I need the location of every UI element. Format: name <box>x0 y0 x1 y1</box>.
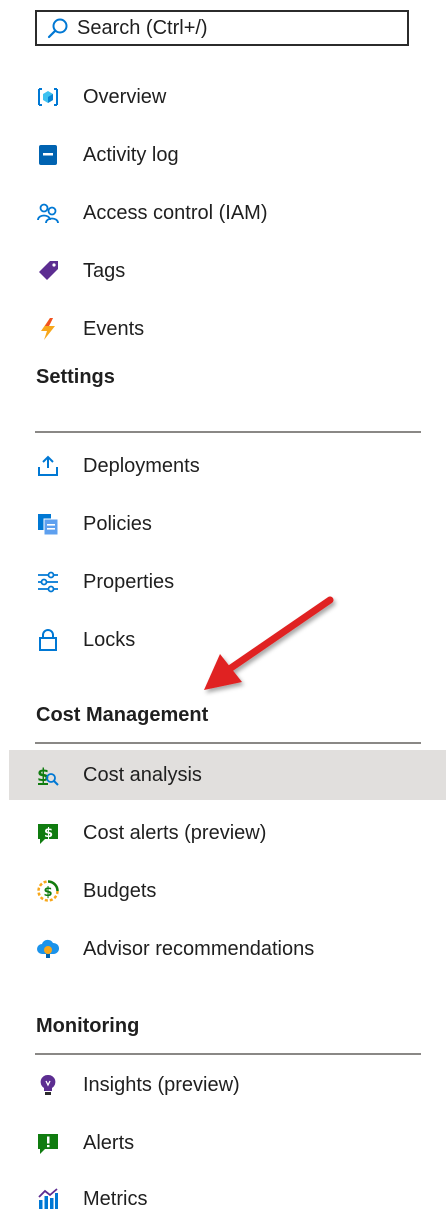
tag-icon <box>36 259 60 283</box>
nav-label: Metrics <box>83 1187 148 1210</box>
policy-document-icon <box>36 512 60 536</box>
nav-label: Cost alerts (preview) <box>83 821 267 844</box>
lightning-icon <box>36 317 60 341</box>
nav-item-access-control[interactable]: Access control (IAM) <box>0 188 446 238</box>
section-divider <box>35 1053 421 1055</box>
lock-icon <box>36 628 60 652</box>
nav-item-cost-analysis[interactable]: $ Cost analysis <box>9 750 446 800</box>
nav-label: Locks <box>83 628 136 651</box>
sliders-icon <box>36 570 60 594</box>
nav-label: Policies <box>83 512 152 535</box>
nav-item-alerts[interactable]: Alerts <box>0 1118 446 1168</box>
red-annotation-arrow <box>204 596 334 690</box>
nav-item-overview[interactable]: Overview <box>0 72 446 122</box>
cost-alert-icon: $ <box>36 821 60 845</box>
advisor-icon <box>36 937 60 961</box>
section-header-cost-management: Cost Management <box>36 704 209 726</box>
nav-label: Tags <box>83 259 126 282</box>
nav-item-tags[interactable]: Tags <box>0 246 446 296</box>
metrics-icon <box>36 1187 60 1211</box>
nav-label: Access control (IAM) <box>83 201 268 224</box>
section-divider <box>35 431 421 433</box>
nav-label: Overview <box>83 85 167 108</box>
nav-label: Activity log <box>83 143 179 166</box>
nav-item-activity-log[interactable]: Activity log <box>0 130 446 180</box>
budget-icon: $ <box>36 879 60 903</box>
nav-item-insights[interactable]: Insights (preview) <box>0 1060 446 1110</box>
nav-item-metrics[interactable]: Metrics <box>0 1174 446 1224</box>
nav-label: Properties <box>83 570 175 593</box>
alert-icon <box>36 1131 60 1155</box>
nav-label: Events <box>83 317 145 340</box>
nav-item-cost-alerts[interactable]: $ Cost alerts (preview) <box>0 808 446 858</box>
section-divider <box>35 742 421 744</box>
people-icon <box>36 201 60 225</box>
nav-label: Alerts <box>83 1131 135 1154</box>
section-header-monitoring: Monitoring <box>36 1015 140 1037</box>
upload-icon <box>36 454 60 478</box>
nav-item-advisor-recommendations[interactable]: Advisor recommendations <box>0 924 446 974</box>
search-icon <box>47 17 69 39</box>
nav-label: Budgets <box>83 879 157 902</box>
nav-label: Insights (preview) <box>83 1073 240 1096</box>
svg-text:$: $ <box>44 885 53 900</box>
search-input[interactable]: Search (Ctrl+/) <box>77 17 208 40</box>
search-box[interactable]: Search (Ctrl+/) <box>35 10 409 46</box>
nav-item-events[interactable]: Events <box>0 304 446 354</box>
nav-item-budgets[interactable]: $ Budgets <box>0 866 446 916</box>
nav-label: Cost analysis <box>83 763 202 786</box>
overview-cube-icon <box>36 85 60 109</box>
nav-item-policies[interactable]: Policies <box>0 499 446 549</box>
lightbulb-icon <box>36 1073 60 1097</box>
nav-label: Advisor recommendations <box>83 937 315 960</box>
nav-item-deployments[interactable]: Deployments <box>0 441 446 491</box>
nav-label: Deployments <box>83 454 200 477</box>
svg-text:$: $ <box>44 826 53 841</box>
cost-analysis-icon: $ <box>36 763 60 787</box>
activity-log-icon <box>36 143 60 167</box>
section-header-settings: Settings <box>36 366 115 388</box>
